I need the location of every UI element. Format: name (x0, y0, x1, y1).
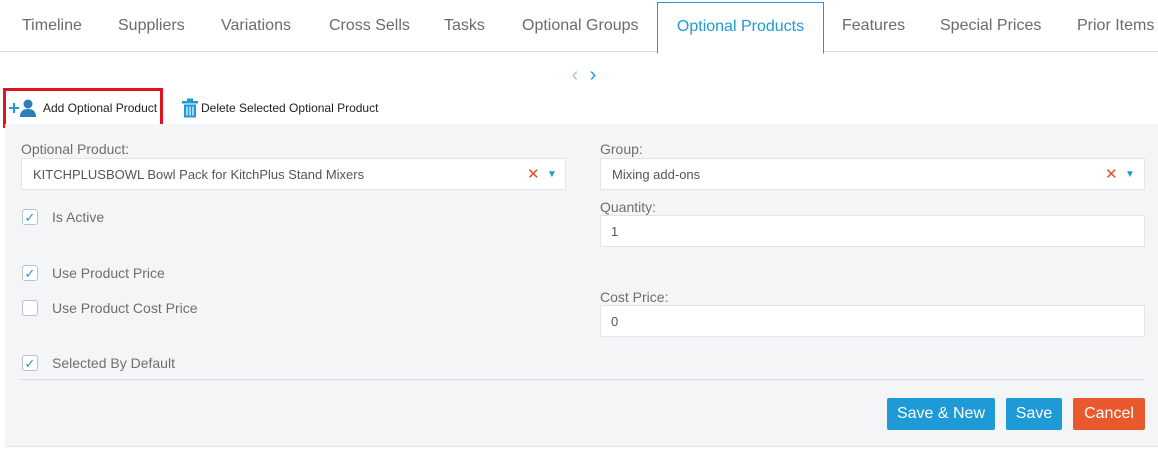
clear-icon[interactable]: ✕ (527, 159, 540, 190)
chevron-left-icon[interactable]: ‹ (566, 64, 584, 87)
save-and-new-button[interactable]: Save & New (887, 398, 995, 430)
checkmark-icon: ✓ (24, 356, 36, 371)
checkmark-icon: ✓ (24, 266, 36, 281)
delete-selected-optional-product-button[interactable]: Delete Selected Optional Product (181, 89, 378, 127)
tab-optional-groups[interactable]: Optional Groups (522, 0, 639, 51)
delete-selected-optional-product-label: Delete Selected Optional Product (201, 101, 379, 115)
use-product-price-label: Use Product Price (52, 265, 165, 281)
optional-product-value: KITCHPLUSBOWL Bowl Pack for KitchPlus St… (33, 167, 365, 182)
checkmark-icon: ✓ (24, 210, 36, 225)
trash-icon (181, 98, 199, 118)
tab-optional-products[interactable]: Optional Products (657, 2, 824, 54)
tab-suppliers[interactable]: Suppliers (118, 0, 185, 51)
tab-tasks[interactable]: Tasks (444, 0, 485, 51)
is-active-checkbox[interactable]: ✓ (22, 209, 38, 225)
caret-down-icon[interactable]: ▼ (1125, 159, 1135, 190)
save-button[interactable]: Save (1006, 398, 1062, 430)
add-optional-product-label: Add Optional Product (43, 101, 158, 115)
tab-special-prices[interactable]: Special Prices (940, 0, 1041, 51)
use-product-price-checkbox[interactable]: ✓ (22, 265, 38, 281)
group-select[interactable]: Mixing add-ons ✕ ▼ (600, 158, 1145, 190)
tab-bar: Timeline Suppliers Variations Cross Sell… (0, 0, 1158, 54)
group-label: Group: (600, 141, 643, 157)
tab-variations[interactable]: Variations (221, 0, 291, 51)
caret-down-icon[interactable]: ▼ (547, 159, 557, 190)
is-active-label: Is Active (52, 209, 105, 225)
chevron-right-icon[interactable]: › (584, 64, 602, 87)
tab-cross-sells[interactable]: Cross Sells (329, 0, 410, 51)
use-product-cost-price-label: Use Product Cost Price (52, 300, 198, 316)
selected-by-default-label: Selected By Default (52, 355, 175, 371)
form-divider (20, 379, 1144, 380)
tab-prior-items[interactable]: Prior Items (1077, 0, 1154, 51)
add-user-icon (8, 98, 38, 118)
cost-price-label: Cost Price: (600, 289, 669, 305)
quantity-label: Quantity: (600, 199, 657, 215)
cancel-button[interactable]: Cancel (1073, 398, 1145, 430)
add-optional-product-button[interactable]: Add Optional Product (3, 88, 163, 128)
group-value: Mixing add-ons (612, 167, 701, 182)
tab-pager: ‹ › (566, 64, 602, 87)
quantity-input[interactable]: 1 (600, 215, 1145, 247)
tab-features[interactable]: Features (842, 0, 905, 51)
clear-icon[interactable]: ✕ (1105, 159, 1118, 190)
cost-price-input[interactable]: 0 (600, 305, 1145, 337)
use-product-cost-price-checkbox[interactable] (22, 300, 38, 316)
optional-product-select[interactable]: KITCHPLUSBOWL Bowl Pack for KitchPlus St… (21, 158, 566, 190)
optional-product-label: Optional Product: (21, 141, 130, 157)
selected-by-default-checkbox[interactable]: ✓ (22, 355, 38, 371)
tab-timeline[interactable]: Timeline (22, 0, 82, 51)
